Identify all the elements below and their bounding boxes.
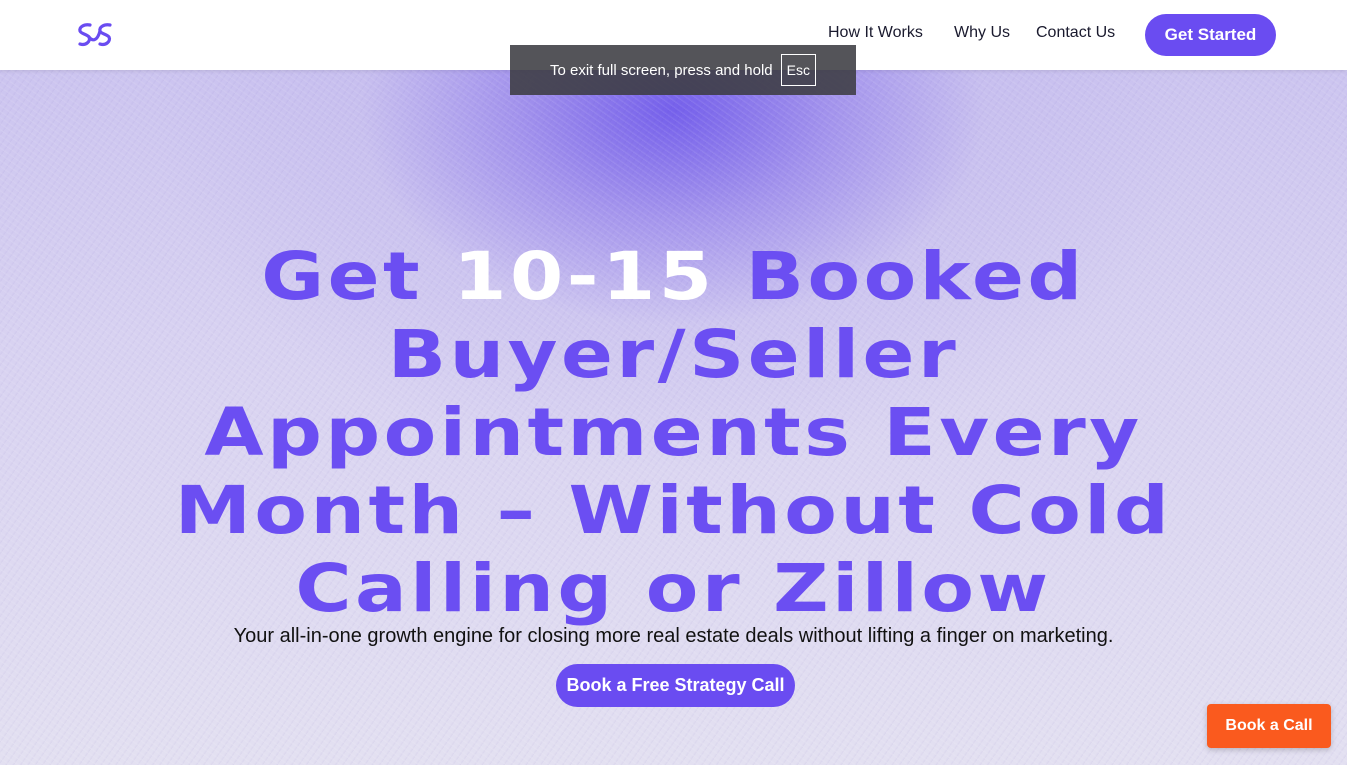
hero-subheadline: Your all-in-one growth engine for closin… (233, 625, 1114, 647)
book-strategy-call-button[interactable]: Book a Free Strategy Call (556, 664, 795, 707)
headline-part2: Booked (745, 238, 1086, 316)
fullscreen-notice-text: To exit full screen, press and hold (550, 61, 773, 79)
get-started-button[interactable]: Get Started (1145, 14, 1276, 56)
nav-how-it-works[interactable]: How It Works (828, 24, 923, 42)
headline-line5: Calling or Zillow (295, 550, 1052, 628)
headline-line2: Buyer/Seller (387, 316, 960, 394)
headline-part1: Get (261, 238, 424, 316)
hero-headline: Get 10-15 Booked Buyer/Seller Appointmen… (55, 238, 1293, 628)
book-a-call-button[interactable]: Book a Call (1207, 704, 1331, 748)
nav-contact-us[interactable]: Contact Us (1036, 24, 1115, 42)
nav-why-us[interactable]: Why Us (954, 24, 1010, 42)
logo-icon[interactable] (76, 21, 116, 49)
headline-line4: Month – Without Cold (174, 472, 1173, 550)
fullscreen-exit-notice: To exit full screen, press and hold Esc (510, 45, 856, 95)
headline-highlight: 10-15 (453, 238, 716, 316)
headline-line3: Appointments Every (204, 394, 1143, 472)
esc-key-badge: Esc (780, 54, 816, 86)
